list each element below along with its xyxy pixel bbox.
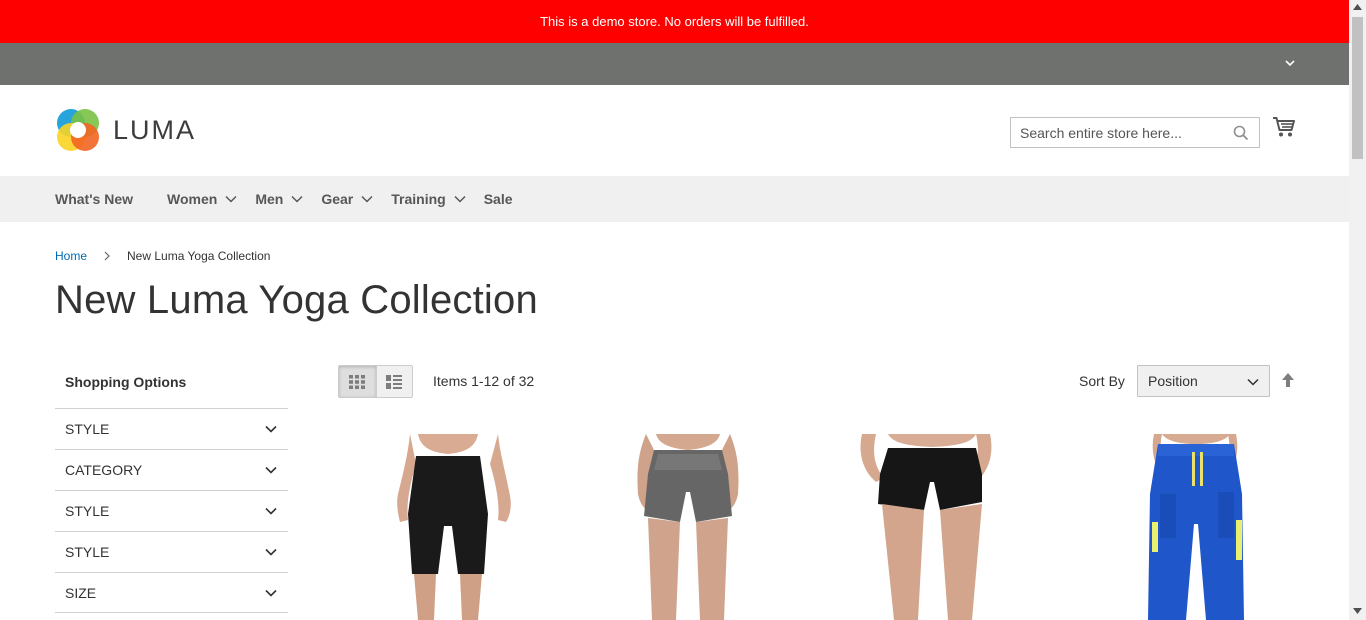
filter-style[interactable]: STYLE [55,490,288,531]
products-toolbar: Items 1-12 of 32 Sort By Position [338,365,1296,398]
nav-item-label: Training [391,191,446,207]
chevron-down-icon [265,589,277,597]
sidebar-filters: Shopping Options STYLE CATEGORY STYLE ST… [55,365,288,613]
filter-style[interactable]: STYLE [55,408,288,449]
breadcrumb: Home New Luma Yoga Collection [55,249,270,263]
chevron-down-icon [1247,378,1259,386]
nav-item-men[interactable]: Men [255,191,303,207]
nav-item-label: Gear [321,191,354,207]
filter-category[interactable]: CATEGORY [55,449,288,490]
filter-label: SIZE [65,584,97,601]
chevron-down-icon [361,195,373,203]
filter-label: STYLE [65,503,110,519]
nav-item-women[interactable]: Women [167,191,237,207]
sort-by-value: Position [1148,373,1198,389]
search-input[interactable] [1011,118,1226,147]
filter-label: CATEGORY [65,462,143,478]
main-nav: What's New Women Men Gear Training Sale [0,176,1349,222]
product-grid [338,434,1296,620]
page-title: New Luma Yoga Collection [55,278,538,322]
chevron-right-icon [104,251,110,261]
search-icon[interactable] [1233,125,1249,141]
product-image-black-running-shorts[interactable] [832,434,1032,620]
cart-icon[interactable] [1272,116,1296,138]
shopping-options-title: Shopping Options [65,374,187,390]
breadcrumb-current: New Luma Yoga Collection [127,249,271,263]
chevron-down-icon [265,548,277,556]
nav-item-label: Women [167,191,218,207]
demo-notice-text: This is a demo store. No orders will be … [540,14,809,29]
logo-text: LUMA [113,114,197,145]
scrollbar-thumb[interactable] [1352,17,1363,159]
nav-item-label: What's New [55,191,134,207]
scroll-down-arrow-icon[interactable] [1353,608,1362,614]
page: This is a demo store. No orders will be … [0,0,1349,620]
sort-direction-arrow-up-icon[interactable] [1281,372,1295,388]
product-image-blue-cargo-pants[interactable] [1096,434,1296,620]
nav-item-whats-new[interactable]: What's New [55,191,133,207]
site-header: LUMA [0,85,1349,176]
toolbar-amount: Items 1-12 of 32 [433,373,535,389]
filter-label: STYLE [65,544,110,560]
chevron-down-icon[interactable] [1283,56,1297,70]
search-box [1010,117,1260,148]
nav-item-gear[interactable]: Gear [321,191,373,207]
nav-item-training[interactable]: Training [391,191,466,207]
chevron-down-icon [265,466,277,474]
filter-label: STYLE [65,421,110,437]
sort-by-label: Sort By [1079,373,1125,389]
page-scrollbar[interactable] [1349,0,1366,620]
chevron-down-icon [291,195,303,203]
logo[interactable]: LUMA [55,107,196,153]
nav-item-label: Men [255,191,284,207]
demo-notice: This is a demo store. No orders will be … [0,0,1349,43]
chevron-down-icon [265,507,277,515]
list-icon [386,374,403,389]
filter-size[interactable]: SIZE [55,572,288,613]
product-image-grey-heather-shorts[interactable] [588,434,788,620]
grid-view-button[interactable] [339,366,376,397]
product-image-black-bike-shorts[interactable] [348,434,548,620]
chevron-down-icon [225,195,237,203]
list-view-button[interactable] [375,366,412,397]
grid-icon [349,374,366,389]
product-item[interactable] [588,434,788,620]
panel-header [0,43,1349,85]
breadcrumb-home-link[interactable]: Home [55,249,87,263]
luma-logo-icon [57,109,99,151]
view-mode-switcher [338,365,413,398]
filter-style[interactable]: STYLE [55,531,288,572]
product-item[interactable] [1096,434,1296,620]
sort-by-select[interactable]: Position [1137,365,1270,397]
scroll-up-arrow-icon[interactable] [1353,4,1362,10]
product-item[interactable] [832,434,1032,620]
nav-item-sale[interactable]: Sale [484,191,513,207]
product-item[interactable] [348,434,548,620]
chevron-down-icon [454,195,466,203]
chevron-down-icon [265,425,277,433]
nav-item-label: Sale [483,191,513,207]
